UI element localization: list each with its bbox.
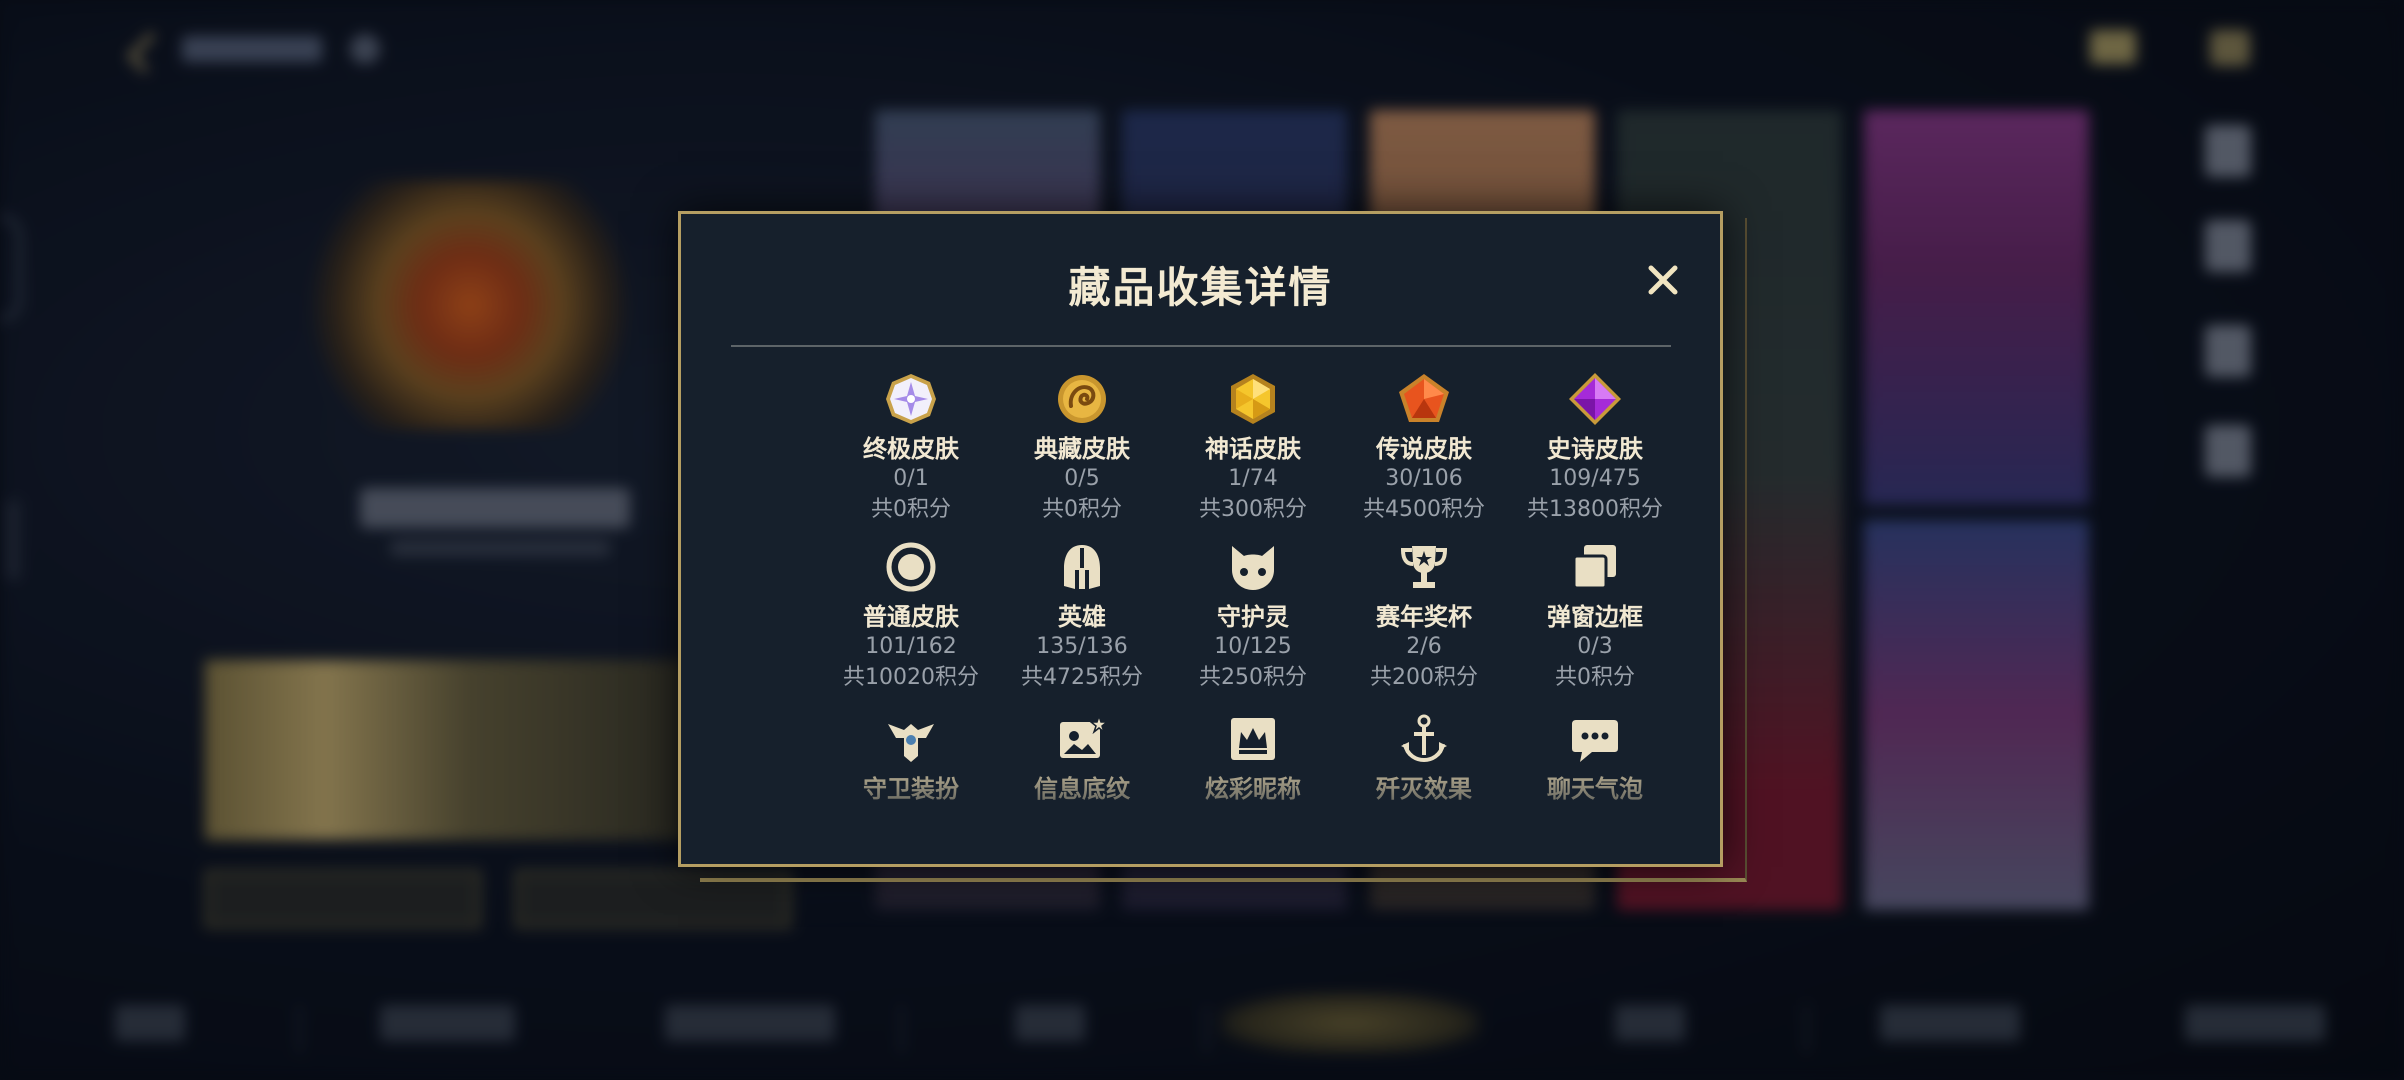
collection-details-dialog: 藏品收集详情 终极皮肤 0/1 共0积分 典藏皮肤 0/5 共0积分 神话皮肤 … — [678, 211, 1723, 867]
collection-skin-dragon-icon — [1055, 372, 1109, 426]
category-name: 炫彩昵称 — [1205, 775, 1301, 803]
legendary-skin-gem-icon — [1397, 372, 1451, 426]
info-pattern-icon — [1055, 712, 1109, 766]
category-info-pattern[interactable]: 信息底纹 — [987, 712, 1177, 804]
category-kill-effect[interactable]: 歼灭效果 — [1329, 712, 1519, 804]
guardian-spirit-icon — [1226, 540, 1280, 594]
category-ultimate-skin[interactable]: 终极皮肤 0/1 共0积分 — [816, 372, 1006, 526]
category-name: 赛年奖杯 — [1376, 603, 1472, 631]
category-epic-skin[interactable]: 史诗皮肤 109/475 共13800积分 — [1500, 372, 1690, 526]
kill-effect-icon — [1397, 712, 1451, 766]
category-count: 135/136 — [1036, 634, 1128, 659]
popup-frame-icon — [1568, 540, 1622, 594]
category-name: 史诗皮肤 — [1547, 435, 1643, 463]
category-name: 弹窗边框 — [1547, 603, 1643, 631]
category-points: 共4500积分 — [1363, 497, 1485, 522]
category-season-trophy[interactable]: 赛年奖杯 2/6 共200积分 — [1329, 540, 1519, 694]
category-count: 10/125 — [1214, 634, 1292, 659]
mythic-skin-gem-icon — [1226, 372, 1280, 426]
category-name: 普通皮肤 — [863, 603, 959, 631]
season-trophy-icon — [1397, 540, 1451, 594]
category-legendary-skin[interactable]: 传说皮肤 30/106 共4500积分 — [1329, 372, 1519, 526]
category-name: 守护灵 — [1217, 603, 1289, 631]
category-popup-frame[interactable]: 弹窗边框 0/3 共0积分 — [1500, 540, 1690, 694]
common-skin-ring-icon — [884, 540, 938, 594]
category-count: 2/6 — [1406, 634, 1442, 659]
category-common-skin[interactable]: 普通皮肤 101/162 共10020积分 — [816, 540, 1006, 694]
category-points: 共10020积分 — [843, 665, 979, 690]
category-name: 典藏皮肤 — [1034, 435, 1130, 463]
category-points: 共0积分 — [1042, 497, 1122, 522]
close-button[interactable] — [1641, 258, 1685, 302]
category-name: 守卫装扮 — [863, 775, 959, 803]
category-name: 英雄 — [1058, 603, 1106, 631]
category-name: 信息底纹 — [1034, 775, 1130, 803]
category-count: 0/5 — [1064, 466, 1100, 491]
guardian-outfit-icon — [884, 712, 938, 766]
category-points: 共0积分 — [1555, 665, 1635, 690]
colorful-nickname-icon — [1226, 712, 1280, 766]
category-collection-skin[interactable]: 典藏皮肤 0/5 共0积分 — [987, 372, 1177, 526]
dialog-title: 藏品收集详情 — [1068, 263, 1333, 312]
category-points: 共300积分 — [1199, 497, 1307, 522]
category-points: 共4725积分 — [1021, 665, 1143, 690]
category-guardian-outfit[interactable]: 守卫装扮 — [816, 712, 1006, 804]
title-divider — [731, 345, 1671, 347]
category-mythic-skin[interactable]: 神话皮肤 1/74 共300积分 — [1158, 372, 1348, 526]
ultimate-skin-gem-icon — [884, 372, 938, 426]
category-name: 终极皮肤 — [863, 435, 959, 463]
category-colorful-nickname[interactable]: 炫彩昵称 — [1158, 712, 1348, 804]
category-count: 0/3 — [1577, 634, 1613, 659]
category-guardian-spirit[interactable]: 守护灵 10/125 共250积分 — [1158, 540, 1348, 694]
category-count: 30/106 — [1385, 466, 1463, 491]
category-count: 0/1 — [893, 466, 929, 491]
category-name: 传说皮肤 — [1376, 435, 1472, 463]
category-name: 聊天气泡 — [1547, 775, 1643, 803]
category-name: 神话皮肤 — [1205, 435, 1301, 463]
category-count: 1/74 — [1228, 466, 1278, 491]
category-count: 101/162 — [865, 634, 957, 659]
category-points: 共0积分 — [871, 497, 951, 522]
category-points: 共13800积分 — [1527, 497, 1663, 522]
category-points: 共250积分 — [1199, 665, 1307, 690]
close-icon — [1648, 265, 1678, 295]
category-hero[interactable]: 英雄 135/136 共4725积分 — [987, 540, 1177, 694]
chat-bubble-icon — [1568, 712, 1622, 766]
category-count: 109/475 — [1549, 466, 1641, 491]
hero-helmet-icon — [1055, 540, 1109, 594]
category-chat-bubble[interactable]: 聊天气泡 — [1500, 712, 1690, 804]
category-name: 歼灭效果 — [1376, 775, 1472, 803]
category-points: 共200积分 — [1370, 665, 1478, 690]
epic-skin-gem-icon — [1568, 372, 1622, 426]
